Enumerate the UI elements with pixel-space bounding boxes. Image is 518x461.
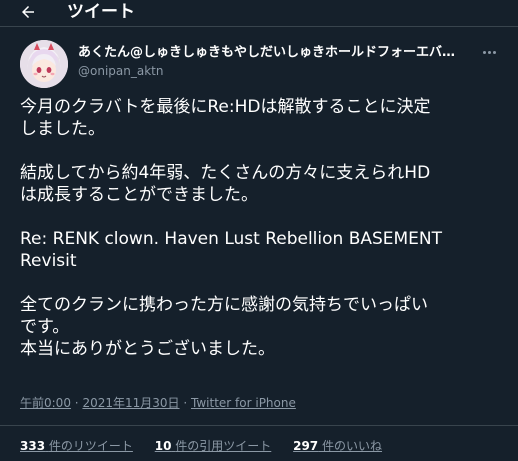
- tweet-source[interactable]: Twitter for iPhone: [191, 396, 296, 410]
- meta-separator: ·: [183, 396, 188, 410]
- more-horizontal-icon-dot: [487, 50, 491, 54]
- retweets-link[interactable]: 333 件のリツイート: [20, 439, 133, 453]
- meta-separator: ·: [74, 396, 79, 410]
- more-horizontal-icon-dot: [492, 50, 496, 54]
- tweet-line: 全てのクランに携わった方に感謝の気持ちでいっぱい: [20, 295, 428, 315]
- tweet-line: です。: [20, 317, 70, 337]
- retweets-count: 333: [20, 439, 46, 453]
- tweet-time[interactable]: 午前0:00: [20, 396, 71, 410]
- arrow-left-icon: [22, 6, 34, 18]
- retweets-label: 件のリツイート: [48, 439, 133, 453]
- page-title: ツイート: [67, 2, 135, 22]
- tweet-stats: 333 件のリツイート 10 件の引用ツイート 297 件のいいね: [20, 438, 400, 454]
- likes-link[interactable]: 297 件のいいね: [293, 439, 382, 453]
- tweet-date[interactable]: 2021年11月30日: [82, 396, 179, 410]
- tweet-line: 本当にありがとうございました。: [20, 339, 275, 359]
- tweet-line: 結成してから約4年弱、たくさんの方々に支えられHD: [20, 163, 431, 183]
- tweet-meta: 午前0:00 · 2021年11月30日 · Twitter for iPhon…: [20, 395, 296, 411]
- quotes-link[interactable]: 10 件の引用ツイート: [155, 439, 272, 453]
- more-horizontal-icon: [482, 50, 486, 54]
- display-name[interactable]: あくたん@しゅきしゅきもやしだいしゅきホールドフォーエバーラ...: [78, 44, 463, 61]
- user-handle[interactable]: @onipan_aktn: [78, 63, 163, 79]
- tweet-line: 今月のクラバトを最後にRe:HDは解散することに決定: [20, 97, 431, 117]
- tweet-line: は成長することができました。: [20, 185, 258, 205]
- tweet-text: 今月のクラバトを最後にRe:HDは解散することに決定 しました。 結成してから約…: [20, 96, 500, 360]
- likes-count: 297: [293, 439, 319, 453]
- more-options-button[interactable]: [478, 44, 500, 60]
- tweet-line: Revisit: [20, 251, 77, 271]
- back-button[interactable]: [14, 0, 42, 24]
- likes-label: 件のいいね: [322, 439, 383, 453]
- header: ツイート: [0, 0, 518, 26]
- tweet-line: しました。: [20, 119, 105, 139]
- avatar-illustration: [20, 40, 68, 88]
- avatar[interactable]: [20, 40, 68, 88]
- quotes-count: 10: [154, 439, 172, 453]
- tweet-line: Re: RENK clown. Haven Lust Rebellion BAS…: [20, 229, 443, 249]
- quotes-label: 件の引用ツイート: [175, 439, 272, 453]
- header-divider: [0, 26, 518, 27]
- stats-divider: [0, 425, 518, 426]
